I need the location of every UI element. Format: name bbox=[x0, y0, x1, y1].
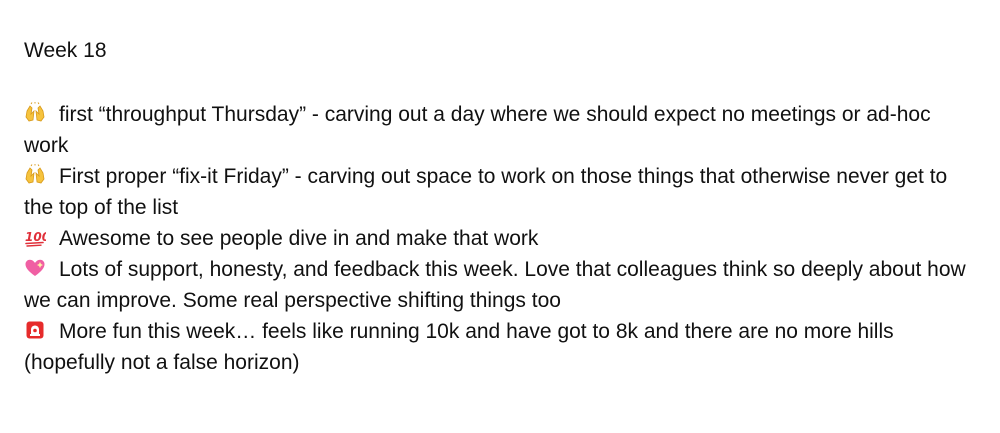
list-item: 100 Awesome to see people dive in and ma… bbox=[24, 223, 974, 254]
list-item: Lots of support, honesty, and feedback t… bbox=[24, 254, 974, 316]
entry-text: First proper “fix-it Friday” - carving o… bbox=[24, 165, 948, 219]
document-title: Week 18 bbox=[24, 39, 107, 62]
list-item: First proper “fix-it Friday” - carving o… bbox=[24, 161, 974, 223]
entry-text: Lots of support, honesty, and feedback t… bbox=[24, 258, 966, 312]
entry-text: More fun this week… feels like running 1… bbox=[24, 320, 894, 374]
sparkling-heart-icon bbox=[24, 257, 46, 279]
hundred-points-icon: 100 bbox=[24, 226, 46, 248]
raising-hands-icon bbox=[24, 102, 46, 124]
entry-text: first “throughput Thursday” - carving ou… bbox=[24, 103, 931, 157]
police-light-icon bbox=[24, 319, 46, 341]
list-item: More fun this week… feels like running 1… bbox=[24, 316, 974, 378]
list-item: first “throughput Thursday” - carving ou… bbox=[24, 99, 974, 161]
entry-list: first “throughput Thursday” - carving ou… bbox=[24, 99, 974, 378]
entry-text: Awesome to see people dive in and make t… bbox=[59, 227, 539, 250]
raising-hands-icon bbox=[24, 164, 46, 186]
